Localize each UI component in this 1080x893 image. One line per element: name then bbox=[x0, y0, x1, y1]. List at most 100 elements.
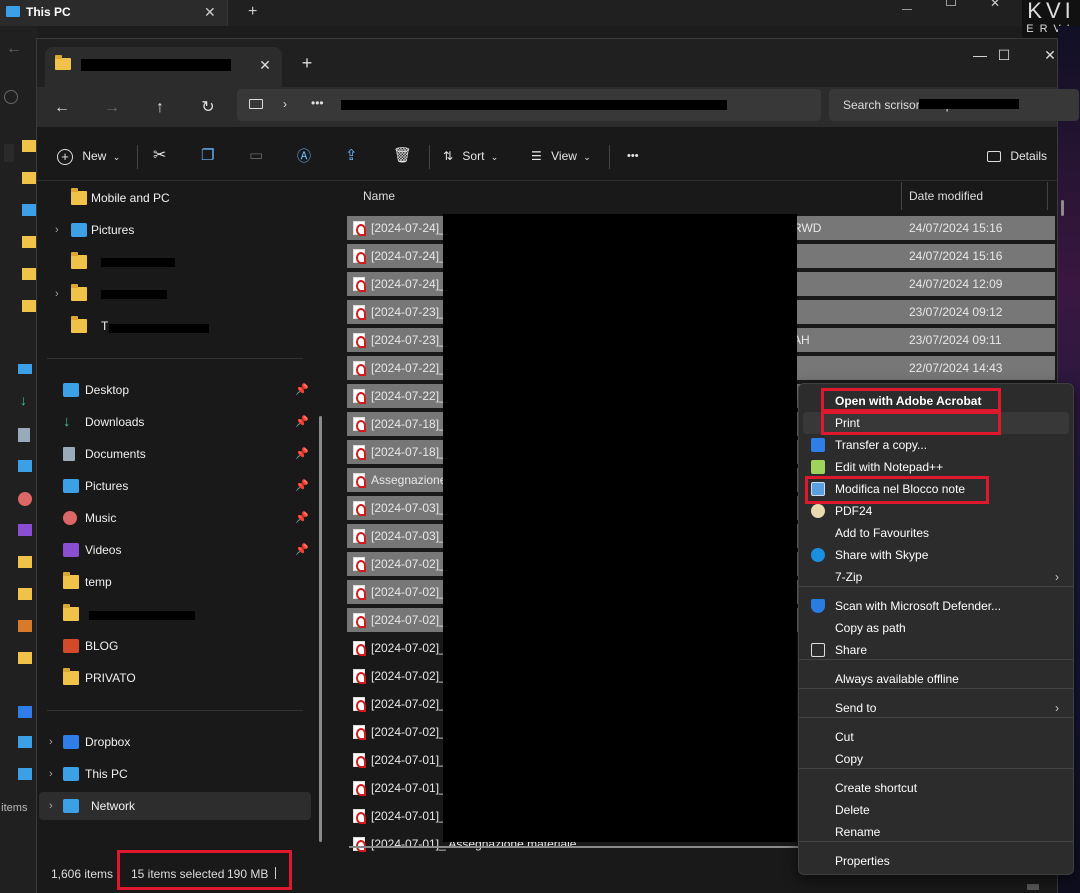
context-menu-item-always-available-offline[interactable]: Always available offline bbox=[803, 668, 1069, 690]
menu-separator bbox=[799, 659, 1073, 660]
new-tab-icon[interactable]: + bbox=[248, 3, 257, 21]
context-menu-item-transfer-a-copy[interactable]: Transfer a copy... bbox=[803, 434, 1069, 456]
chevron-right-icon[interactable]: › bbox=[55, 216, 59, 244]
rename-icon[interactable]: Ⓐ bbox=[297, 143, 311, 169]
context-menu-item-properties[interactable]: Properties bbox=[803, 850, 1069, 872]
chevron-right-icon[interactable]: › bbox=[55, 280, 59, 308]
nav-item-videos[interactable]: Videos 📌 bbox=[43, 536, 311, 564]
nav-item-pictures[interactable]: Pictures 📌 bbox=[43, 472, 311, 500]
background-tab[interactable]: This PC ✕ bbox=[0, 0, 228, 26]
nav-item-desktop[interactable]: Desktop 📌 bbox=[43, 376, 311, 404]
nav-item-pictures[interactable]: › Pictures bbox=[43, 216, 311, 244]
column-divider bbox=[901, 182, 902, 210]
list-scrollbar[interactable] bbox=[1061, 200, 1064, 216]
horizontal-scrollbar[interactable] bbox=[349, 846, 803, 848]
folder-icon bbox=[18, 556, 32, 568]
delete-icon[interactable]: 🗑 bbox=[393, 143, 412, 169]
minimize-icon[interactable] bbox=[902, 0, 912, 10]
chevron-right-icon[interactable]: › bbox=[49, 760, 53, 788]
context-menu-item-add-to-favourites[interactable]: Add to Favourites bbox=[803, 522, 1069, 544]
nav-item-this-pc[interactable]: › This PC bbox=[43, 760, 311, 788]
context-menu-item-scan-with-microsoft-defender[interactable]: Scan with Microsoft Defender... bbox=[803, 595, 1069, 617]
close-window-icon[interactable]: ✕ bbox=[1027, 39, 1073, 71]
pin-icon[interactable]: 📌 bbox=[295, 408, 309, 436]
new-button[interactable]: + New ⌄ bbox=[57, 143, 120, 169]
divider bbox=[609, 145, 610, 169]
forward-arrow-icon[interactable]: → bbox=[99, 95, 125, 121]
context-menu-item-edit-with-notepad[interactable]: Edit with Notepad++ bbox=[803, 456, 1069, 478]
divider bbox=[47, 710, 303, 711]
context-menu-item-create-shortcut[interactable]: Create shortcut bbox=[803, 777, 1069, 799]
up-arrow-icon[interactable]: ↑ bbox=[147, 95, 173, 121]
nav-item-training-folder[interactable]: T bbox=[43, 312, 311, 340]
nav-item-temp[interactable]: temp bbox=[43, 568, 311, 596]
nav-item-network[interactable]: › Network bbox=[39, 792, 311, 820]
search-input[interactable]: Search scrisori su quashetti bbox=[829, 89, 1079, 121]
nav-item-redacted-folder[interactable] bbox=[43, 600, 311, 628]
share-icon[interactable]: ⇪ bbox=[345, 143, 358, 169]
nav-item-redacted-folder[interactable]: › bbox=[43, 280, 311, 308]
nav-item-music[interactable]: Music 📌 bbox=[43, 504, 311, 532]
maximize-icon[interactable]: ☐ bbox=[981, 39, 1027, 71]
nav-item-documents[interactable]: Documents 📌 bbox=[43, 440, 311, 468]
maximize-icon[interactable] bbox=[946, 0, 956, 6]
chevron-right-icon[interactable]: › bbox=[49, 728, 53, 756]
close-tab-icon[interactable]: ✕ bbox=[257, 57, 273, 73]
file-name: [2024-07-24]_ bbox=[371, 221, 446, 235]
context-menu-item-send-to[interactable]: Send to › bbox=[803, 697, 1069, 719]
context-menu-item-copy[interactable]: Copy bbox=[803, 748, 1069, 770]
sort-button[interactable]: ⇅ Sort ⌄ bbox=[443, 143, 498, 169]
pin-icon[interactable]: 📌 bbox=[295, 440, 309, 468]
context-menu-item-rename[interactable]: Rename bbox=[803, 821, 1069, 843]
network-icon bbox=[18, 768, 32, 780]
details-button[interactable]: Details bbox=[987, 143, 1047, 169]
chevron-right-icon[interactable]: › bbox=[49, 792, 53, 820]
context-menu-item-copy-as-path[interactable]: Copy as path bbox=[803, 617, 1069, 639]
nav-scrollbar[interactable] bbox=[319, 416, 322, 842]
file-name: [2024-07-18]_ bbox=[371, 445, 446, 459]
pdf24-icon bbox=[811, 504, 825, 518]
pdf-file-icon bbox=[353, 249, 366, 264]
address-input[interactable]: › ••• bbox=[237, 89, 821, 121]
refresh-icon[interactable]: ↻ bbox=[195, 95, 221, 121]
overflow-icon[interactable]: ••• bbox=[311, 96, 324, 110]
close-icon[interactable]: ✕ bbox=[204, 4, 216, 21]
dropbox-icon bbox=[811, 438, 825, 452]
copy-icon[interactable]: ❐ bbox=[201, 143, 214, 169]
back-arrow-icon[interactable]: ← bbox=[6, 40, 22, 58]
view-icon: ☰ bbox=[531, 149, 542, 163]
paste-icon[interactable]: ▭ bbox=[249, 143, 263, 169]
context-menu-item-7-zip[interactable]: 7-Zip › bbox=[803, 566, 1069, 588]
details-view-icon[interactable] bbox=[1027, 884, 1039, 890]
add-icon[interactable] bbox=[4, 90, 18, 104]
nav-item-privato[interactable]: PRIVATO bbox=[43, 664, 311, 692]
nav-item-dropbox[interactable]: › Dropbox bbox=[43, 728, 311, 756]
pdf-file-icon bbox=[353, 781, 366, 796]
more-options-button[interactable]: ••• bbox=[627, 143, 639, 169]
cut-icon[interactable]: ✂ bbox=[153, 143, 166, 169]
pin-icon[interactable]: 📌 bbox=[295, 504, 309, 532]
pin-icon[interactable]: 📌 bbox=[295, 536, 309, 564]
pin-icon[interactable]: 📌 bbox=[295, 472, 309, 500]
context-menu-item-delete[interactable]: Delete bbox=[803, 799, 1069, 821]
folder-icon bbox=[71, 252, 87, 269]
file-name: [2024-07-02]_ bbox=[371, 697, 446, 711]
butterfly-icon bbox=[18, 620, 32, 632]
new-tab-icon[interactable]: + bbox=[297, 53, 317, 73]
nav-item-blog[interactable]: BLOG bbox=[43, 632, 311, 660]
pin-icon[interactable]: 📌 bbox=[295, 376, 309, 404]
view-button[interactable]: ☰ View ⌄ bbox=[531, 143, 591, 169]
nav-item-redacted-folder[interactable] bbox=[43, 248, 311, 276]
active-tab[interactable]: ✕ bbox=[45, 47, 282, 87]
pdf-file-icon bbox=[353, 417, 366, 432]
context-menu-item-cut[interactable]: Cut bbox=[803, 726, 1069, 748]
context-menu-item-share-with-skype[interactable]: Share with Skype bbox=[803, 544, 1069, 566]
context-menu-item-share[interactable]: Share bbox=[803, 639, 1069, 661]
column-header-date[interactable]: Date modified bbox=[909, 189, 983, 203]
nav-item-downloads[interactable]: ↓ Downloads 📌 bbox=[43, 408, 311, 436]
column-header-name[interactable]: Name bbox=[363, 189, 395, 203]
close-icon[interactable]: ✕ bbox=[990, 0, 1000, 10]
back-arrow-icon[interactable]: ← bbox=[49, 95, 75, 121]
pdf-file-icon bbox=[353, 837, 366, 852]
nav-item-mobile-and-pc[interactable]: Mobile and PC bbox=[43, 184, 311, 212]
